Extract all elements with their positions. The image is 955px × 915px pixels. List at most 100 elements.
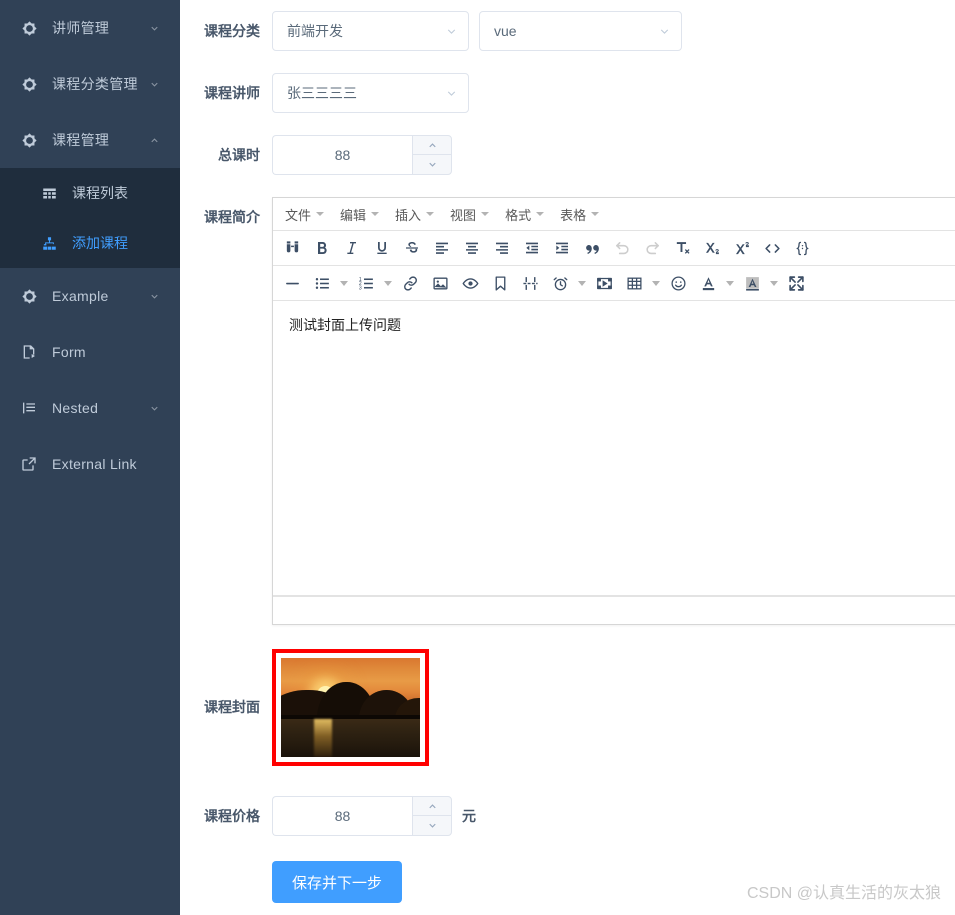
editor-menu-label: 格式: [505, 207, 532, 223]
main-content: 课程分类 前端开发 vue 课程讲师 张三三三三 总课时 88 课程简介 文件 …: [180, 0, 955, 915]
sidebar-subitem-course-list[interactable]: 课程列表: [0, 168, 180, 218]
subscript-icon[interactable]: [697, 234, 727, 262]
caret-down-icon: [591, 212, 600, 216]
media-icon[interactable]: [589, 269, 619, 297]
caret-down-icon: [384, 280, 392, 286]
numbered-list-icon[interactable]: 123: [351, 269, 381, 297]
external-link-icon: [20, 455, 38, 473]
course-cover-uploader[interactable]: [272, 649, 429, 766]
category-controls: 前端开发 vue: [272, 11, 682, 51]
editor-menu-label: 编辑: [340, 207, 367, 223]
price-number-input[interactable]: 88: [272, 796, 452, 836]
caret-down-icon: [726, 280, 734, 286]
italic-icon[interactable]: [337, 234, 367, 262]
search-replace-icon[interactable]: [277, 234, 307, 262]
sidebar-item-nested[interactable]: Nested: [0, 380, 180, 436]
save-and-next-button[interactable]: 保存并下一步: [272, 861, 403, 903]
price-stepper: [412, 796, 452, 836]
add-course-form: 课程分类 前端开发 vue 课程讲师 张三三三三 总课时 88 课程简介 文件 …: [180, 11, 955, 903]
label-price: 课程价格: [204, 808, 260, 824]
chevron-down-icon: [657, 24, 671, 38]
lessons-controls: 88: [272, 135, 452, 175]
underline-icon[interactable]: [367, 234, 397, 262]
category-secondary-select[interactable]: vue: [479, 11, 682, 51]
editor-menu-label: 视图: [450, 207, 477, 223]
editor-menu-file[interactable]: 文件: [277, 203, 332, 226]
price-increment-button[interactable]: [413, 797, 451, 816]
anchor-icon[interactable]: [485, 269, 515, 297]
sidebar-item-label: External Link: [52, 456, 137, 472]
category-primary-select[interactable]: 前端开发: [272, 11, 469, 51]
sidebar-item-course-management[interactable]: 课程管理: [0, 112, 180, 168]
bullet-list-dropdown-caret[interactable]: [337, 269, 351, 297]
align-left-icon[interactable]: [427, 234, 457, 262]
editor-menubar: 文件 编辑 插入 视图 格式 表格: [273, 198, 955, 231]
description-controls: 文件 编辑 插入 视图 格式 表格 1 2 3 测试封面上传问题: [272, 197, 955, 625]
teacher-select[interactable]: 张三三三三: [272, 73, 469, 113]
outdent-icon[interactable]: [517, 234, 547, 262]
lessons-increment-button[interactable]: [413, 136, 451, 155]
sidebar-item-external-link[interactable]: External Link: [0, 436, 180, 492]
caret-down-icon: [770, 280, 778, 286]
caret-down-icon: [536, 212, 545, 216]
editor-menu-table[interactable]: 表格: [552, 203, 607, 226]
undo-icon[interactable]: [607, 234, 637, 262]
editor-menu-label: 插入: [395, 207, 422, 223]
editor-content-area[interactable]: 测试封面上传问题: [273, 301, 955, 596]
editor-menu-insert[interactable]: 插入: [387, 203, 442, 226]
caret-down-icon: [578, 280, 586, 286]
editor-menu-label: 文件: [285, 207, 312, 223]
page-break-icon[interactable]: [515, 269, 545, 297]
sidebar-subitem-add-course[interactable]: 添加课程: [0, 218, 180, 268]
emoticons-icon[interactable]: [663, 269, 693, 297]
caret-down-icon: [340, 280, 348, 286]
image-icon[interactable]: [425, 269, 455, 297]
insert-datetime-icon[interactable]: [545, 269, 575, 297]
redo-icon[interactable]: [637, 234, 667, 262]
blockquote-icon[interactable]: [577, 234, 607, 262]
sidebar-item-form[interactable]: Form: [0, 324, 180, 380]
editor-menu-edit[interactable]: 编辑: [332, 203, 387, 226]
fullscreen-icon[interactable]: [781, 269, 811, 297]
lessons-decrement-button[interactable]: [413, 155, 451, 174]
rich-text-editor[interactable]: 文件 编辑 插入 视图 格式 表格 1 2 3 测试封面上传问题: [272, 197, 955, 625]
remove-format-icon[interactable]: [667, 234, 697, 262]
octagon-icon: [20, 287, 38, 305]
background-color-dropdown-caret[interactable]: [767, 269, 781, 297]
chevron-down-icon: [148, 290, 160, 302]
horizontal-rule-icon[interactable]: [277, 269, 307, 297]
sidebar-item-course-category-management[interactable]: 课程分类管理: [0, 56, 180, 112]
bullet-list-icon[interactable]: [307, 269, 337, 297]
indent-icon[interactable]: [547, 234, 577, 262]
align-center-icon[interactable]: [457, 234, 487, 262]
lessons-input-value[interactable]: 88: [272, 135, 412, 175]
table-dropdown-caret[interactable]: [649, 269, 663, 297]
caret-down-icon: [371, 212, 380, 216]
text-color-icon[interactable]: [693, 269, 723, 297]
price-input-value[interactable]: 88: [272, 796, 412, 836]
lessons-stepper: [412, 135, 452, 175]
editor-menu-view[interactable]: 视图: [442, 203, 497, 226]
editor-toolbar-row-1: [273, 231, 955, 266]
strikethrough-icon[interactable]: [397, 234, 427, 262]
sidebar-item-instructor-management[interactable]: 讲师管理: [0, 0, 180, 56]
text-color-dropdown-caret[interactable]: [723, 269, 737, 297]
price-decrement-button[interactable]: [413, 816, 451, 835]
superscript-icon[interactable]: [727, 234, 757, 262]
bold-icon[interactable]: [307, 234, 337, 262]
numbered-list-dropdown-caret[interactable]: [381, 269, 395, 297]
background-color-icon[interactable]: [737, 269, 767, 297]
lessons-number-input[interactable]: 88: [272, 135, 452, 175]
code-icon[interactable]: [757, 234, 787, 262]
source-code-icon[interactable]: [787, 234, 817, 262]
sidebar-item-label: 讲师管理: [52, 20, 110, 36]
editor-menu-format[interactable]: 格式: [497, 203, 552, 226]
align-right-icon[interactable]: [487, 234, 517, 262]
sidebar-item-example[interactable]: Example: [0, 268, 180, 324]
preview-icon[interactable]: [455, 269, 485, 297]
table-icon[interactable]: [619, 269, 649, 297]
link-icon[interactable]: [395, 269, 425, 297]
insert-datetime-dropdown-caret[interactable]: [575, 269, 589, 297]
caret-down-icon: [652, 280, 660, 286]
